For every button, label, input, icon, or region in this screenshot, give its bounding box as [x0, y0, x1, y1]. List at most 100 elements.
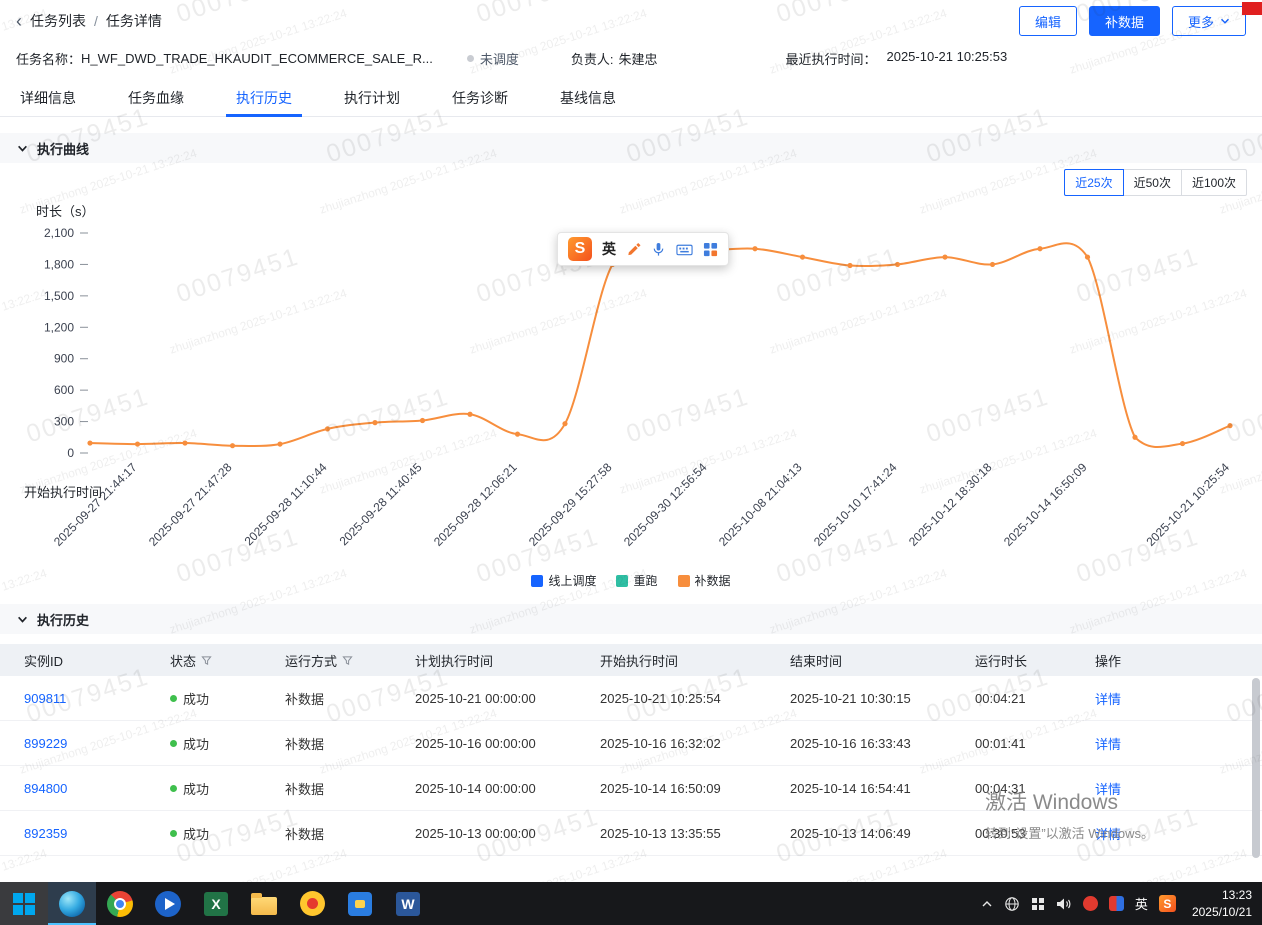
excel-icon: X: [204, 892, 228, 916]
instance-id-link[interactable]: 892359: [24, 826, 67, 841]
excel-taskbar-button[interactable]: X: [192, 882, 240, 925]
column-label: 状态: [170, 651, 196, 670]
file-explorer-taskbar-button[interactable]: [240, 882, 288, 925]
status-success-dot-icon: [170, 695, 177, 702]
more-label: 更多: [1188, 12, 1214, 31]
y-axis-title: 时长（s）: [36, 201, 95, 220]
word-icon: W: [396, 892, 420, 916]
tab-diagnosis[interactable]: 任务诊断: [448, 80, 512, 116]
data-point: [277, 441, 282, 446]
x-tick-label: 2025-09-28 11:40:45: [337, 460, 425, 548]
tab-lineage[interactable]: 任务血缘: [124, 80, 188, 116]
data-point: [372, 420, 377, 425]
watermark-user: zhujianzhong 2025-10-21 13:22:24: [468, 286, 649, 357]
owner-label: 负责人:: [571, 49, 614, 68]
range-button-last25[interactable]: 近25次: [1064, 169, 1123, 196]
watermark: 00079451zhujianzhong 2025-10-21 13:22:24: [0, 232, 49, 349]
owner-field: 负责人: 朱建忠: [571, 49, 658, 68]
keyboard-icon[interactable]: [676, 242, 693, 257]
cell-duration: 00:01:41: [975, 736, 1095, 751]
task-name-label: 任务名称：: [16, 49, 81, 68]
scrollbar-thumb[interactable]: [1252, 678, 1260, 858]
microphone-icon[interactable]: [651, 242, 666, 257]
range-button-last100[interactable]: 近100次: [1181, 169, 1247, 196]
tray-expand-chevron-icon[interactable]: [981, 899, 993, 909]
data-point: [87, 440, 92, 445]
tray-language-indicator[interactable]: 英: [1135, 894, 1148, 913]
data-point: [800, 254, 805, 259]
chevron-down-icon: [1220, 16, 1230, 26]
word-taskbar-button[interactable]: W: [384, 882, 432, 925]
sogou-ime-popup: S 英: [557, 232, 729, 266]
watermark: 00079451zhujianzhong 2025-10-21 13:22:24: [1223, 372, 1262, 489]
cell-plan-time: 2025-10-21 00:00:00: [415, 691, 600, 706]
network-globe-icon[interactable]: [1004, 896, 1020, 912]
watermark-id: 00079451: [623, 372, 786, 449]
system-tray: 英 S 13:23 2025/10/21: [981, 882, 1262, 925]
history-section-header[interactable]: 执行历史: [0, 604, 1262, 634]
tray-app-shield-icon[interactable]: [1109, 896, 1124, 911]
watermark-user: zhujianzhong 2025-10-21 13:22:24: [768, 286, 949, 357]
instance-id-link[interactable]: 894800: [24, 781, 67, 796]
taskbar-clock[interactable]: 13:23 2025/10/21: [1192, 887, 1252, 919]
cell-run-mode: 补数据: [285, 779, 415, 798]
cloud-app-taskbar-button[interactable]: [336, 882, 384, 925]
sogou-tray-icon[interactable]: S: [1159, 895, 1176, 912]
data-point: [1085, 254, 1090, 259]
taskbar-apps: X W: [0, 882, 432, 925]
ime-language-indicator[interactable]: 英: [602, 239, 616, 259]
filter-icon[interactable]: [342, 655, 353, 666]
tab-baseline[interactable]: 基线信息: [556, 80, 620, 116]
status-text: 成功: [183, 689, 209, 708]
range-button-last50[interactable]: 近50次: [1123, 169, 1182, 196]
detail-link[interactable]: 详情: [1095, 737, 1121, 752]
x-tick-label: 2025-09-27 21:44:17: [51, 460, 140, 549]
edge-taskbar-button[interactable]: [48, 882, 96, 925]
filter-icon[interactable]: [201, 655, 212, 666]
breadcrumb-item-task-list[interactable]: 任务列表: [30, 11, 86, 31]
curve-section-title: 执行曲线: [37, 139, 89, 158]
chrome-taskbar-button[interactable]: [96, 882, 144, 925]
volume-icon[interactable]: [1056, 897, 1072, 911]
tab-detail[interactable]: 详细信息: [16, 80, 80, 116]
cell-action: 详情: [1095, 779, 1262, 798]
tab-plan[interactable]: 执行计划: [340, 80, 404, 116]
more-button[interactable]: 更多: [1172, 6, 1246, 36]
duration-line: [90, 243, 1230, 447]
cell-instance-id: 899229: [24, 736, 170, 751]
watermark-id: 00079451: [323, 372, 486, 449]
detail-link[interactable]: 详情: [1095, 827, 1121, 842]
tab-history[interactable]: 执行历史: [232, 80, 296, 116]
column-header-2: 运行方式: [285, 651, 415, 670]
toolbox-grid-icon[interactable]: [703, 242, 718, 257]
windows-logo-icon: [13, 893, 35, 915]
column-header-5: 结束时间: [790, 651, 975, 670]
column-label: 实例ID: [24, 651, 63, 670]
edit-button[interactable]: 编辑: [1019, 6, 1077, 36]
column-label: 操作: [1095, 651, 1121, 670]
sogou-logo-icon[interactable]: S: [568, 237, 592, 261]
tray-grid-icon[interactable]: [1031, 897, 1045, 911]
curve-section-header[interactable]: 执行曲线: [0, 133, 1262, 163]
tray-app-red-icon[interactable]: [1083, 896, 1098, 911]
detail-link[interactable]: 详情: [1095, 692, 1121, 707]
status-dot-icon: [467, 55, 474, 62]
cell-start-time: 2025-10-21 10:25:54: [600, 691, 790, 706]
column-header-1: 状态: [170, 651, 285, 670]
wps-taskbar-button[interactable]: [288, 882, 336, 925]
instance-id-link[interactable]: 909811: [24, 691, 66, 706]
legend-swatch-icon: [531, 575, 543, 587]
media-player-taskbar-button[interactable]: [144, 882, 192, 925]
start-button[interactable]: [0, 882, 48, 925]
cloud-app-icon: [348, 892, 372, 916]
table-scrollbar[interactable]: [1252, 676, 1261, 868]
watermark-id: 00079451: [923, 372, 1086, 449]
watermark-id: 00079451: [0, 232, 36, 309]
detail-link[interactable]: 详情: [1095, 782, 1121, 797]
backfill-button[interactable]: 补数据: [1089, 6, 1160, 36]
last-exec-value: 2025-10-21 10:25:53: [886, 49, 1007, 68]
instance-id-link[interactable]: 899229: [24, 736, 67, 751]
back-icon[interactable]: ‹: [16, 12, 22, 30]
status-text: 成功: [183, 779, 209, 798]
handwriting-pen-icon[interactable]: [626, 242, 641, 257]
